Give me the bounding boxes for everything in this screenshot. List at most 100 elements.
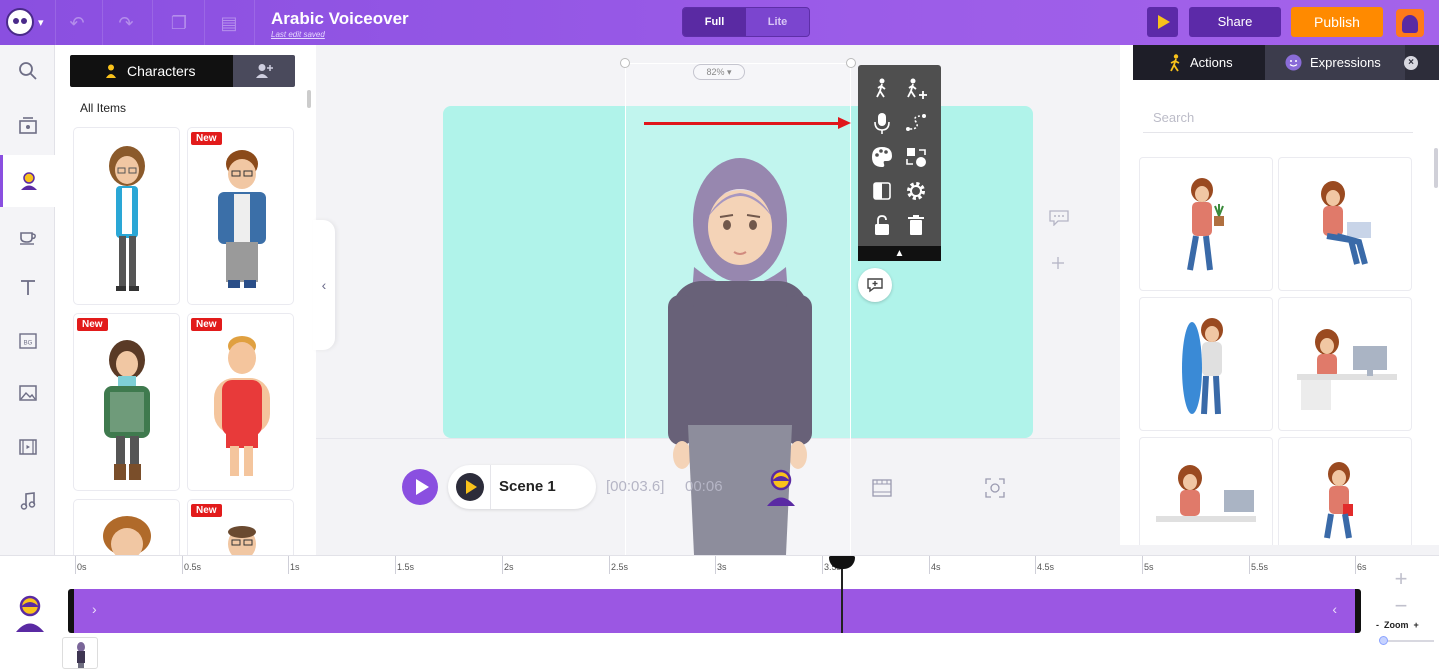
character-track-icon[interactable] — [766, 469, 796, 507]
paste-icon[interactable]: ▤ — [216, 10, 242, 36]
character-man-tank-top — [214, 336, 270, 476]
trash-icon[interactable] — [902, 211, 930, 239]
add-person-icon — [256, 64, 273, 78]
character-timeline-track[interactable]: › ‹ — [68, 589, 1361, 633]
mode-toggle: Full Lite — [682, 7, 810, 37]
comment-add-icon — [867, 278, 883, 293]
mode-full-button[interactable]: Full — [683, 8, 746, 36]
resize-handle[interactable] — [620, 58, 630, 68]
app-logo-icon[interactable] — [6, 8, 34, 36]
tab-expressions[interactable]: Expressions — [1265, 45, 1405, 80]
palette-icon[interactable] — [868, 143, 896, 171]
timeline-ruler[interactable]: 0s 0.5s 1s 1.5s 2s 2.5s 3s 3.5s 4s 4.5s 5s 5.5s 6s — [75, 556, 1367, 574]
new-badge: New — [191, 318, 222, 331]
user-avatar[interactable] — [1396, 9, 1424, 37]
motion-path-icon[interactable] — [902, 109, 930, 137]
character-card[interactable] — [73, 499, 180, 555]
flip-icon[interactable] — [868, 177, 896, 205]
zoom-level-value: 82% — [706, 67, 725, 77]
collapse-panel-button[interactable]: ‹ — [313, 220, 335, 350]
collapse-toolbox-button[interactable]: ▲ — [858, 246, 941, 261]
character-card[interactable]: New — [187, 313, 294, 491]
video-frame-icon[interactable] — [872, 478, 892, 498]
publish-button[interactable]: Publish — [1291, 7, 1383, 37]
plus-icon[interactable] — [1051, 256, 1065, 275]
add-comment-button[interactable] — [858, 268, 892, 302]
left-rail: BG — [0, 45, 55, 555]
action-card[interactable] — [1278, 437, 1412, 545]
section-heading: All Items — [80, 101, 127, 115]
add-character-button[interactable] — [233, 55, 295, 87]
share-button[interactable]: Share — [1189, 7, 1281, 37]
camera-focus-icon[interactable] — [985, 478, 1005, 498]
action-card[interactable] — [1278, 297, 1412, 431]
rail-properties[interactable] — [0, 99, 55, 151]
rail-text[interactable] — [0, 261, 55, 313]
current-time: [00:03.6] — [606, 478, 665, 495]
divider — [102, 0, 103, 45]
gear-icon[interactable] — [902, 177, 930, 205]
action-card[interactable] — [1139, 437, 1273, 545]
tab-actions[interactable]: Actions — [1133, 45, 1265, 80]
chevron-up-icon: ▲ — [894, 248, 905, 259]
redo-icon[interactable]: ↷ — [113, 10, 139, 36]
rail-music[interactable] — [0, 475, 55, 527]
music-icon — [20, 492, 35, 510]
character-card[interactable]: New — [187, 499, 294, 555]
action-card[interactable] — [1278, 157, 1412, 291]
person-icon — [106, 64, 116, 78]
timeline-tick-label: 5.5s — [1251, 562, 1269, 572]
scene-thumbnail[interactable] — [62, 637, 98, 669]
play-button[interactable] — [402, 469, 438, 505]
tab-characters[interactable]: Characters — [70, 55, 233, 87]
preview-play-button[interactable] — [1147, 7, 1178, 37]
text-icon — [20, 280, 35, 295]
action-holding-plant — [1187, 178, 1224, 271]
scrollbar[interactable] — [307, 90, 311, 108]
scene-thumbnail-image — [77, 642, 85, 668]
rail-search[interactable] — [0, 45, 55, 97]
chevron-left-icon[interactable]: ‹ — [1332, 601, 1337, 617]
rail-video[interactable] — [0, 421, 55, 473]
chevron-down-icon[interactable]: ▾ — [38, 16, 44, 29]
unlock-icon[interactable] — [868, 211, 896, 239]
copy-icon[interactable]: ❐ — [166, 10, 192, 36]
rail-props[interactable] — [0, 209, 55, 261]
zoom-in-button[interactable]: + — [1391, 568, 1411, 590]
zoom-label: - Zoom + — [1376, 620, 1419, 630]
zoom-out-button[interactable]: − — [1391, 595, 1411, 617]
swap-icon[interactable] — [902, 143, 930, 171]
annotation-arrow-head — [838, 117, 851, 129]
action-card[interactable] — [1139, 157, 1273, 291]
playhead[interactable] — [841, 560, 843, 633]
action-card[interactable] — [1139, 297, 1273, 431]
zoom-slider[interactable] — [1382, 640, 1434, 642]
rail-images[interactable] — [0, 367, 55, 419]
rail-characters[interactable] — [0, 155, 55, 207]
rail-background[interactable]: BG — [0, 315, 55, 367]
undo-icon[interactable]: ↶ — [64, 10, 90, 36]
timeline-tick-label: 3s — [717, 562, 727, 572]
actions-panel: Actions Expressions — [1120, 45, 1439, 545]
timeline-tick — [395, 556, 396, 574]
project-title[interactable]: Arabic Voiceover — [271, 9, 409, 29]
close-panel-button[interactable]: × — [1404, 56, 1418, 70]
microphone-icon[interactable] — [868, 109, 896, 137]
character-card[interactable] — [73, 127, 180, 305]
scene-play-button[interactable] — [456, 473, 484, 501]
character-card[interactable]: New — [73, 313, 180, 491]
walk-icon[interactable] — [868, 75, 896, 103]
video-icon — [18, 439, 37, 455]
scrollbar[interactable] — [1434, 148, 1438, 188]
zoom-level-dropdown[interactable]: 82% ▾ — [693, 64, 745, 80]
zoom-slider-handle[interactable] — [1379, 636, 1388, 645]
comments-icon[interactable] — [1049, 210, 1069, 231]
action-surfboard — [1182, 318, 1223, 415]
search-input[interactable] — [1143, 103, 1413, 133]
walk-add-icon[interactable] — [902, 75, 930, 103]
chevron-right-icon[interactable]: › — [92, 601, 97, 617]
character-card[interactable]: New — [187, 127, 294, 305]
scene-selector[interactable]: Scene 1 — [448, 465, 596, 509]
resize-handle[interactable] — [846, 58, 856, 68]
mode-lite-button[interactable]: Lite — [746, 8, 809, 36]
